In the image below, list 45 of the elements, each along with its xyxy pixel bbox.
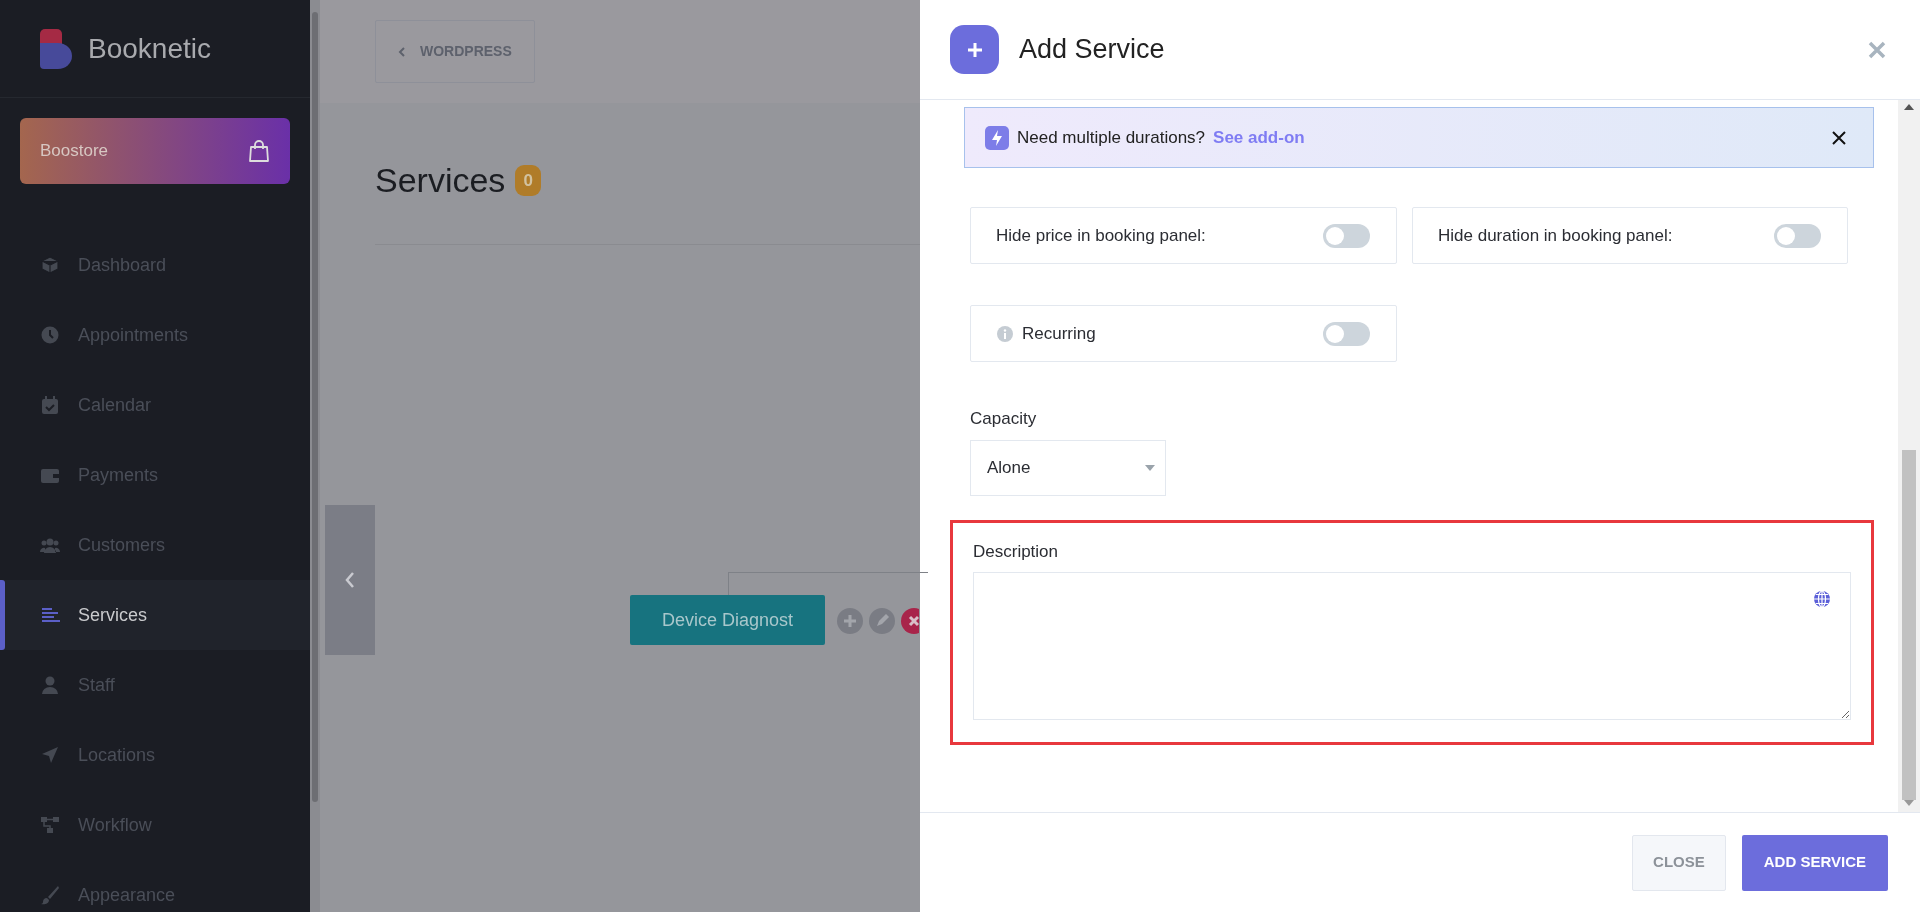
count-badge: 0 bbox=[515, 164, 541, 197]
toggle-switch[interactable] bbox=[1323, 223, 1370, 248]
notice-text: Need multiple durations? bbox=[1017, 126, 1206, 149]
flowchart-icon bbox=[40, 815, 60, 835]
list-icon bbox=[40, 605, 60, 625]
person-icon bbox=[40, 675, 60, 695]
edit-icon[interactable] bbox=[869, 608, 895, 634]
add-service-button[interactable]: ADD SERVICE bbox=[1741, 834, 1888, 891]
service-node[interactable]: Device Diagnost bbox=[630, 595, 825, 645]
brush-icon bbox=[40, 885, 60, 905]
globe-icon[interactable] bbox=[1813, 590, 1831, 608]
field-label: Capacity bbox=[970, 408, 1038, 430]
close-button[interactable]: CLOSE bbox=[1632, 834, 1726, 891]
chevron-left-icon bbox=[344, 571, 356, 589]
capacity-select[interactable]: Alone bbox=[970, 439, 1166, 496]
add-icon bbox=[950, 25, 999, 74]
description-field[interactable] bbox=[973, 572, 1851, 720]
toggle-switch[interactable] bbox=[1774, 223, 1821, 248]
logo-icon bbox=[40, 28, 74, 69]
caret-icon bbox=[1145, 464, 1155, 471]
back-button[interactable]: WORDPRESS bbox=[375, 20, 535, 83]
add-icon[interactable] bbox=[837, 608, 863, 634]
menu-item[interactable]: Services bbox=[0, 580, 310, 650]
field-label: Description bbox=[973, 540, 1060, 563]
toggle-switch[interactable] bbox=[1323, 321, 1370, 346]
scrollbar[interactable] bbox=[1898, 100, 1920, 812]
scrollbar[interactable] bbox=[310, 0, 320, 912]
boostore-button[interactable]: Boostore bbox=[20, 118, 290, 184]
toggle-label: Hide duration in booking panel: bbox=[1438, 224, 1673, 247]
cube-icon bbox=[40, 255, 60, 275]
chevron-left-icon bbox=[398, 45, 406, 58]
calendar-icon bbox=[40, 395, 60, 415]
add-on-link[interactable]: See add-on bbox=[1213, 124, 1305, 151]
scroll-up-icon[interactable] bbox=[1904, 104, 1914, 110]
shopping-bag-icon bbox=[248, 139, 270, 163]
brand-name: Booknetic bbox=[88, 31, 211, 66]
navigation-icon bbox=[40, 745, 60, 765]
collapse-button[interactable] bbox=[325, 505, 375, 655]
delete-icon[interactable] bbox=[901, 608, 919, 634]
page-title: Services bbox=[375, 160, 506, 201]
clock-icon bbox=[40, 325, 60, 345]
panel-title: Add Service bbox=[1019, 33, 1166, 67]
lightning-icon bbox=[985, 125, 1009, 150]
toggle-label: Recurring bbox=[1022, 322, 1096, 345]
toggle-label: Hide price in booking panel: bbox=[996, 224, 1206, 247]
